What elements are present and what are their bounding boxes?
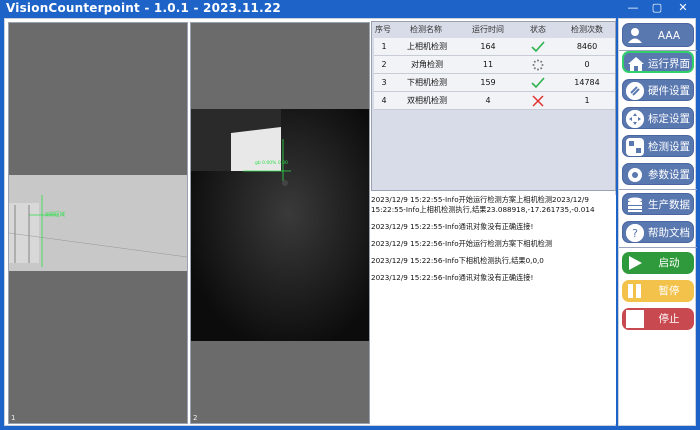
user-button[interactable]: AAA — [622, 23, 694, 47]
nav-detection-settings[interactable]: 检测设置 — [622, 135, 694, 157]
gear-icon — [626, 166, 644, 184]
nav-label: 帮助文档 — [648, 227, 690, 239]
close-button[interactable]: ✕ — [674, 0, 692, 16]
action-label: 停止 — [658, 313, 680, 325]
log-panel[interactable]: 2023/12/9 15:22:55-Info开始运行检测方案上相机检测2023… — [371, 195, 616, 424]
row-name: 对角检测 — [411, 60, 443, 69]
row-time: 164 — [480, 42, 496, 51]
divider — [619, 247, 697, 248]
nav-label: 参数设置 — [648, 169, 690, 181]
row-count: 14784 — [574, 78, 600, 87]
camera-2-label: 2 — [193, 414, 198, 422]
svg-text:?: ? — [632, 227, 638, 240]
log-line: 2023/12/9 15:22:56-Info开始运行检测方案下相机检测 — [371, 238, 553, 248]
camera-2-tag: gb 0.00% 0.00 — [255, 161, 288, 166]
stop-icon — [626, 310, 644, 328]
nav-help-docs[interactable]: ? 帮助文档 — [622, 221, 694, 243]
row-count: 8460 — [576, 42, 598, 51]
row-time: 11 — [482, 60, 494, 69]
table-row[interactable]: 3 下相机检测 159 14784 — [374, 74, 615, 92]
sidebar: AAA 运行界面 硬件设置 标定设置 检测设置 参数设置 生产数据 ? 帮助文档… — [618, 18, 697, 426]
nav-run-interface[interactable]: 运行界面 — [622, 51, 694, 73]
camera-view-1[interactable]: 识别区域 1 — [8, 22, 188, 424]
move-icon — [626, 110, 644, 128]
window-title: VisionCounterpoint - 1.0.1 - 2023.11.22 — [6, 1, 281, 15]
user-icon — [626, 26, 644, 44]
nav-label: 检测设置 — [648, 141, 690, 153]
results-table: 序号 检测名称 运行时间 状态 检测次数 1 上相机检测 164 8460 2 … — [371, 21, 616, 191]
camera-1-overlay — [9, 175, 187, 271]
header-time: 运行时间 — [472, 25, 504, 34]
row-count: 0 — [584, 60, 590, 69]
main-panel: 识别区域 1 gb 0.00% 0.00 2 序号 检测名称 运行时间 状态 检… — [4, 18, 616, 426]
row-index: 1 — [381, 42, 387, 51]
status-loading-icon — [520, 56, 556, 74]
row-index: 2 — [381, 60, 387, 69]
nav-hardware-settings[interactable]: 硬件设置 — [622, 79, 694, 101]
action-label: 启动 — [658, 257, 680, 269]
header-name: 检测名称 — [410, 25, 442, 34]
layout-icon — [626, 138, 644, 156]
table-row[interactable]: 2 对角检测 11 0 — [374, 56, 615, 74]
nav-label: 硬件设置 — [648, 85, 690, 97]
row-name: 上相机检测 — [407, 42, 447, 51]
row-index: 3 — [381, 78, 387, 87]
status-ok-icon — [520, 38, 556, 56]
link-icon — [626, 82, 644, 100]
play-icon — [626, 254, 644, 272]
log-line: 2023/12/9 15:22:56-Info下相机检测执行,结果0,0,0 — [371, 255, 544, 265]
row-time: 159 — [480, 78, 496, 87]
maximize-button[interactable]: ▢ — [648, 0, 666, 16]
camera-1-label: 1 — [11, 414, 16, 422]
title-bar: VisionCounterpoint - 1.0.1 - 2023.11.22 … — [0, 0, 700, 16]
nav-label: 运行界面 — [648, 58, 690, 70]
log-line: 2023/12/9 15:22:56-Info通讯对象没有正确连接! — [371, 272, 534, 282]
help-icon: ? — [626, 224, 644, 242]
header-status: 状态 — [530, 25, 546, 34]
nav-label: 标定设置 — [648, 113, 690, 125]
row-count: 1 — [584, 96, 590, 105]
table-row[interactable]: 1 上相机检测 164 8460 — [374, 38, 615, 56]
row-index: 4 — [381, 96, 387, 105]
camera-2-image: gb 0.00% 0.00 — [191, 109, 369, 341]
divider — [619, 189, 697, 190]
camera-1-image: 识别区域 — [9, 175, 187, 271]
stop-button[interactable]: 停止 — [622, 308, 694, 330]
status-error-icon — [520, 92, 556, 110]
table-row[interactable]: 4 双相机检测 4 1 — [374, 92, 615, 110]
start-button[interactable]: 启动 — [622, 252, 694, 274]
home-icon — [627, 55, 645, 73]
log-line: 2023/12/9 15:22:55-Info开始运行检测方案上相机检测2023… — [371, 195, 595, 214]
nav-parameter-settings[interactable]: 参数设置 — [622, 163, 694, 185]
camera-1-tag: 识别区域 — [45, 212, 66, 218]
row-time: 4 — [485, 96, 491, 105]
row-name: 下相机检测 — [407, 78, 447, 87]
row-name: 双相机检测 — [407, 96, 447, 105]
pause-button[interactable]: 暂停 — [622, 280, 694, 302]
log-line: 2023/12/9 15:22:55-Info通讯对象没有正确连接! — [371, 221, 534, 231]
camera-2-overlay — [191, 109, 369, 341]
nav-production-data[interactable]: 生产数据 — [622, 193, 694, 215]
camera-view-2[interactable]: gb 0.00% 0.00 2 — [190, 22, 370, 424]
header-count: 检测次数 — [571, 25, 603, 34]
action-label: 暂停 — [658, 285, 680, 297]
database-icon — [626, 196, 644, 214]
nav-calibration-settings[interactable]: 标定设置 — [622, 107, 694, 129]
user-name: AAA — [657, 30, 681, 42]
minimize-button[interactable]: — — [624, 0, 642, 16]
header-index: 序号 — [375, 25, 391, 34]
status-ok-icon — [520, 74, 556, 92]
pause-icon — [626, 282, 644, 300]
nav-label: 生产数据 — [648, 199, 690, 211]
